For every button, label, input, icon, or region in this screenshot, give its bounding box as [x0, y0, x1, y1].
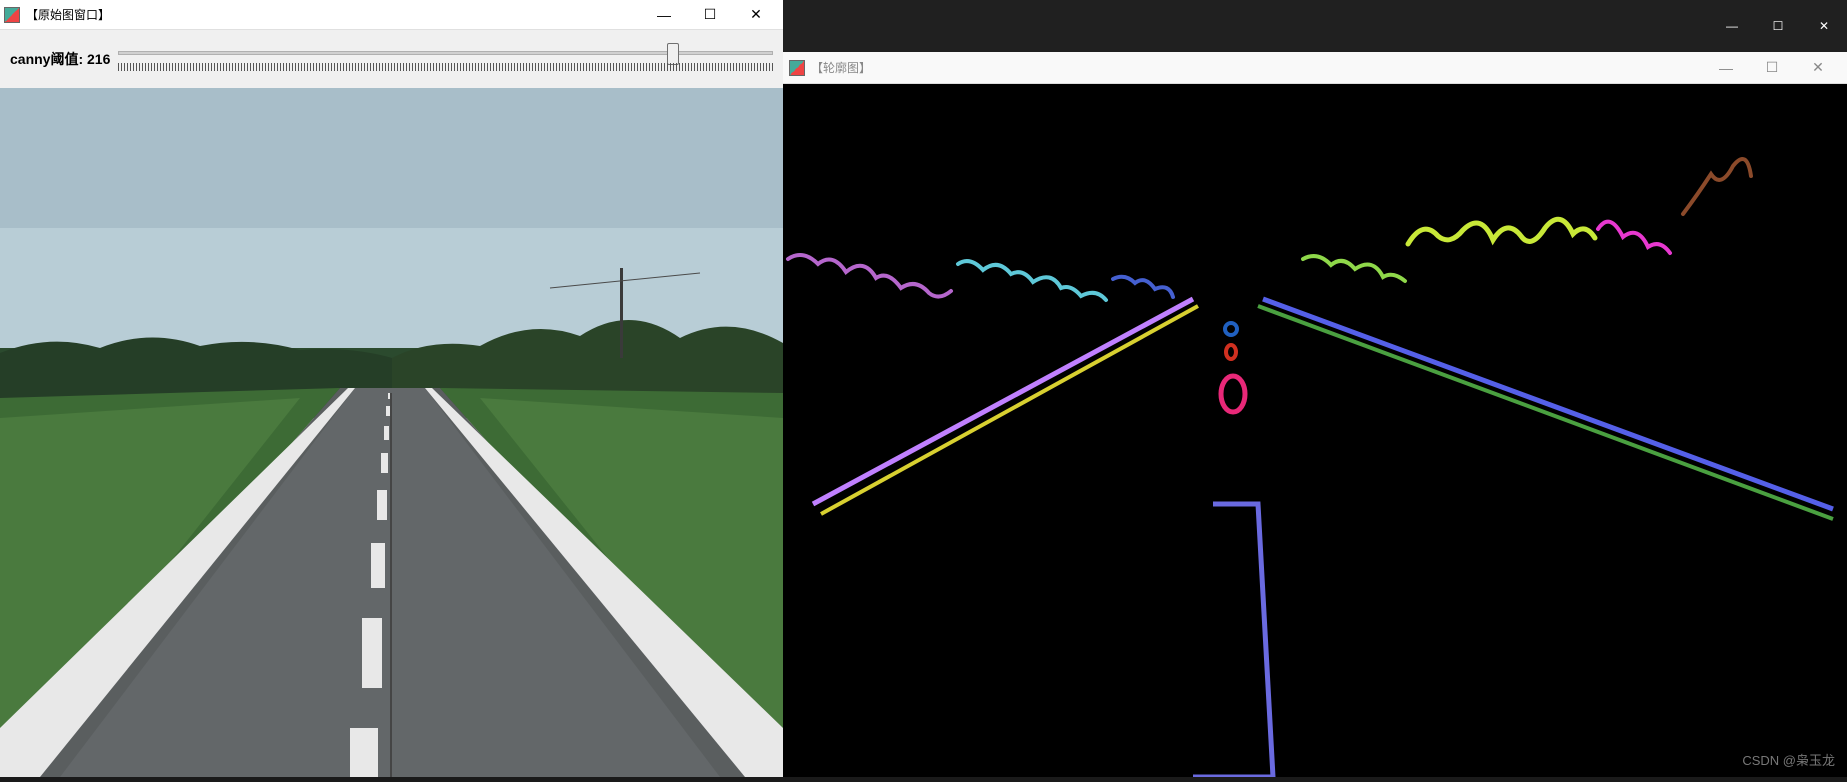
outer-minimize-button[interactable]: — — [1709, 11, 1755, 41]
original-image-window: 【原始图窗口】 — ☐ ✕ canny阈值: 216 — [0, 0, 783, 777]
trackbar-label-text: canny阈值: — [10, 51, 83, 67]
app-icon — [4, 7, 20, 23]
outer-dark-titlebar[interactable]: — ☐ ✕ — [783, 0, 1847, 52]
canny-threshold-slider[interactable] — [118, 39, 773, 79]
right-titlebar[interactable]: 【轮廓图】 — ☐ ✕ — [783, 52, 1847, 84]
outer-maximize-button[interactable]: ☐ — [1755, 11, 1801, 41]
road-image — [0, 88, 783, 777]
app-icon — [789, 60, 805, 76]
left-titlebar[interactable]: 【原始图窗口】 — ☐ ✕ — [0, 0, 783, 30]
right-window-title: 【轮廓图】 — [811, 59, 1703, 76]
contour-image-viewport — [783, 84, 1847, 777]
close-button[interactable]: ✕ — [1795, 54, 1841, 82]
contour-image — [783, 84, 1847, 777]
minimize-button[interactable]: — — [1703, 54, 1749, 82]
left-window-controls: — ☐ ✕ — [641, 1, 779, 29]
trackbar-panel: canny阈值: 216 — [0, 30, 783, 88]
slider-ticks — [118, 63, 773, 71]
trackbar-value: 216 — [87, 51, 110, 67]
maximize-button[interactable]: ☐ — [1749, 54, 1795, 82]
close-button[interactable]: ✕ — [733, 1, 779, 29]
right-window-controls: — ☐ ✕ — [1703, 54, 1841, 82]
contour-window: 【轮廓图】 — ☐ ✕ — [783, 52, 1847, 777]
left-window-title: 【原始图窗口】 — [26, 6, 641, 23]
trackbar-label: canny阈值: 216 — [10, 49, 110, 69]
maximize-button[interactable]: ☐ — [687, 1, 733, 29]
original-image-viewport — [0, 88, 783, 777]
watermark: CSDN @枭玉龙 — [1742, 750, 1835, 769]
slider-thumb[interactable] — [667, 43, 679, 65]
minimize-button[interactable]: — — [641, 1, 687, 29]
outer-close-button[interactable]: ✕ — [1801, 11, 1847, 41]
